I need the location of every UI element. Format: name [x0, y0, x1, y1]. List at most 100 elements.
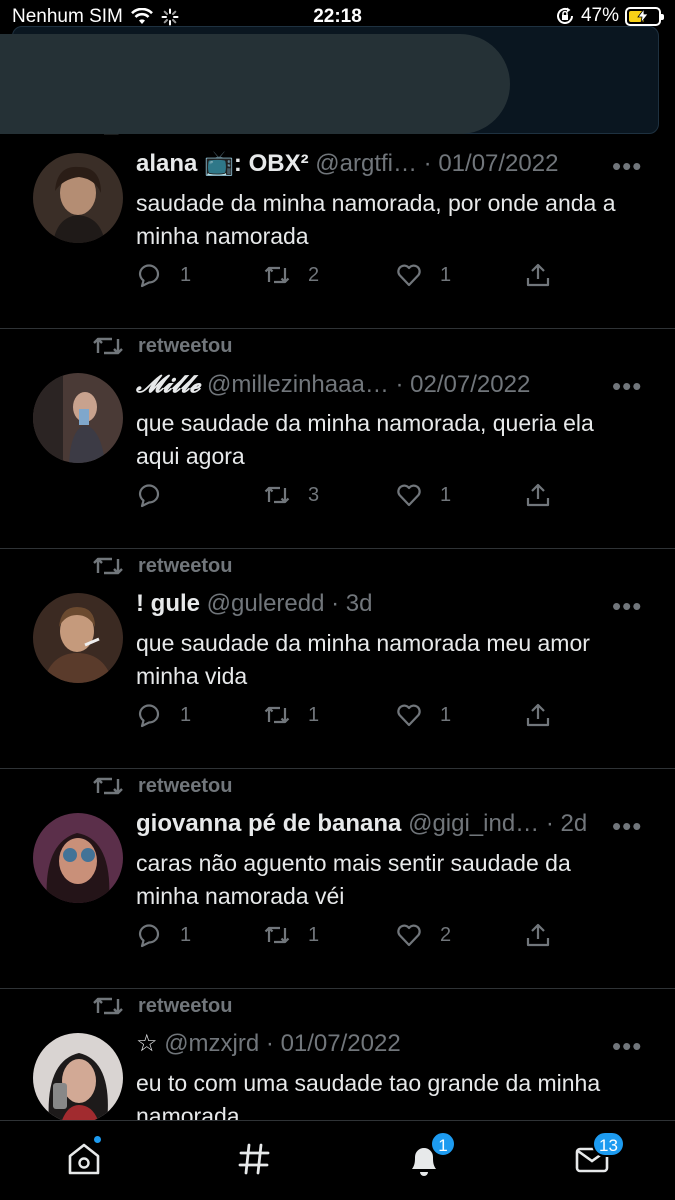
reply-button[interactable]: 1 [136, 262, 191, 288]
reply-icon [138, 924, 160, 948]
tweet[interactable]: retweetou ☆ @mzxjrd · 01/07/2022 ••• eu … [0, 989, 675, 1120]
retweet-button[interactable]: 1 [264, 922, 319, 948]
retweet-button[interactable]: 3 [264, 482, 319, 508]
like-button[interactable]: 1 [396, 702, 451, 728]
retweet-icon [93, 997, 123, 1015]
tweet[interactable]: retweetou 𝓜𝓲𝓵𝓵𝓮 @millezinhaaa… · 02/07/2… [0, 329, 675, 549]
retweet-count: 1 [308, 703, 320, 726]
share-icon [526, 483, 550, 507]
like-count: 2 [440, 923, 452, 946]
tweet-text: eu to com uma saudade tao grande da minh… [136, 1070, 601, 1120]
author-name[interactable]: alana 📺: OBX² [136, 150, 309, 177]
more-options-icon[interactable]: ••• [612, 591, 642, 622]
retweet-icon [264, 266, 290, 284]
orientation-lock-icon [556, 7, 573, 24]
tweet-date[interactable]: 01/07/2022 [438, 150, 558, 177]
retweet-icon [93, 557, 123, 575]
tweet[interactable]: retweetou giovanna pé de banana @gigi_in… [0, 769, 675, 989]
heart-icon [397, 924, 421, 947]
tweet-text: que saudade da minha namorada meu amor m… [136, 630, 590, 689]
more-options-icon[interactable]: ••• [612, 1031, 642, 1062]
like-button[interactable]: 1 [396, 262, 451, 288]
share-icon [526, 263, 550, 287]
retweet-context: retweetou [92, 993, 232, 1019]
heart-icon [397, 264, 421, 287]
retweet-label: retweetou [138, 554, 233, 577]
reply-button[interactable] [136, 482, 180, 508]
avatar[interactable] [33, 1033, 123, 1120]
tweet-date[interactable]: 02/07/2022 [410, 371, 530, 398]
tweet-actions: 1 2 1 [136, 262, 576, 292]
retweet-icon [264, 706, 290, 724]
tweet-date[interactable]: 2d [561, 810, 588, 837]
retweet-count: 1 [308, 923, 320, 946]
tweet[interactable]: retweetou ! gule @guleredd · 3d ••• que … [0, 549, 675, 769]
retweet-context: retweetou [92, 553, 232, 579]
heart-icon [397, 484, 421, 507]
retweet-icon [264, 486, 290, 504]
tweet-header: alana 📺: OBX² @argtfi… · 01/07/2022 [136, 150, 559, 177]
nav-messages[interactable]: 13 [572, 1131, 625, 1183]
retweet-icon [264, 926, 290, 944]
messages-badge: 13 [592, 1131, 625, 1157]
status-right: 47% [555, 5, 664, 27]
reply-button[interactable]: 1 [136, 702, 191, 728]
share-button[interactable] [525, 922, 551, 948]
more-options-icon[interactable]: ••• [612, 371, 642, 402]
nav-notifications[interactable]: 1 [404, 1131, 456, 1183]
nav-explore[interactable] [234, 1139, 278, 1183]
author-handle[interactable]: @argtfi… [315, 150, 417, 177]
avatar[interactable] [33, 813, 123, 903]
retweet-button[interactable]: 1 [264, 702, 319, 728]
reply-count: 1 [180, 703, 192, 726]
author-name[interactable]: 𝓜𝓲𝓵𝓵𝓮 [136, 369, 200, 398]
retweet-label: retweetou [138, 994, 233, 1017]
home-unread-dot [92, 1134, 103, 1145]
avatar[interactable] [33, 153, 123, 243]
share-button[interactable] [525, 702, 551, 728]
author-handle[interactable]: @gigi_ind… [408, 810, 539, 837]
tweet-header: giovanna pé de banana @gigi_ind… · 2d [136, 810, 588, 837]
share-icon [526, 703, 550, 727]
share-button[interactable] [525, 262, 551, 288]
nav-home[interactable] [64, 1134, 108, 1183]
retweet-button[interactable]: 2 [264, 262, 319, 288]
share-button[interactable] [525, 482, 551, 508]
retweet-count: 2 [308, 263, 320, 286]
tweet-date[interactable]: 01/07/2022 [281, 1030, 401, 1057]
tweet-header: 𝓜𝓲𝓵𝓵𝓮 @millezinhaaa… · 02/07/2022 [136, 369, 531, 398]
like-button[interactable]: 2 [396, 922, 451, 948]
retweet-icon [93, 777, 123, 795]
timeline[interactable]: retweetou alana 📺: OBX² @argtfi… · 01/07… [0, 120, 675, 1120]
reply-icon [138, 264, 160, 288]
author-handle[interactable]: @millezinhaaa… [207, 371, 389, 398]
reply-count: 1 [180, 923, 192, 946]
author-name[interactable]: ! gule [136, 590, 200, 617]
battery-icon [625, 6, 664, 26]
avatar[interactable] [33, 593, 123, 683]
reply-button[interactable]: 1 [136, 922, 191, 948]
tweet-date[interactable]: 3d [346, 590, 373, 617]
author-handle[interactable]: @guleredd [207, 590, 325, 617]
more-options-icon[interactable]: ••• [612, 151, 642, 182]
tweet-header: ☆ @mzxjrd · 01/07/2022 [136, 1030, 401, 1057]
reply-icon [138, 484, 160, 508]
like-count: 1 [440, 703, 452, 726]
avatar[interactable] [33, 373, 123, 463]
author-name[interactable]: giovanna pé de banana [136, 810, 401, 837]
like-count: 1 [440, 263, 452, 286]
tweet-text: saudade da minha namorada, por onde anda… [136, 190, 616, 249]
hashtag-icon [238, 1143, 270, 1175]
retweet-context: retweetou [92, 773, 232, 799]
reply-icon [138, 704, 160, 728]
tweet[interactable]: retweetou alana 📺: OBX² @argtfi… · 01/07… [0, 120, 675, 329]
redacted-area [0, 34, 510, 134]
notifications-badge: 1 [430, 1131, 456, 1157]
retweet-label: retweetou [138, 774, 233, 797]
bottom-nav: 1 13 [0, 1120, 675, 1200]
tweet-actions: 3 1 [136, 482, 576, 512]
author-handle[interactable]: @mzxjrd [164, 1030, 259, 1057]
more-options-icon[interactable]: ••• [612, 811, 642, 842]
author-name[interactable]: ☆ [136, 1030, 158, 1057]
like-button[interactable]: 1 [396, 482, 451, 508]
